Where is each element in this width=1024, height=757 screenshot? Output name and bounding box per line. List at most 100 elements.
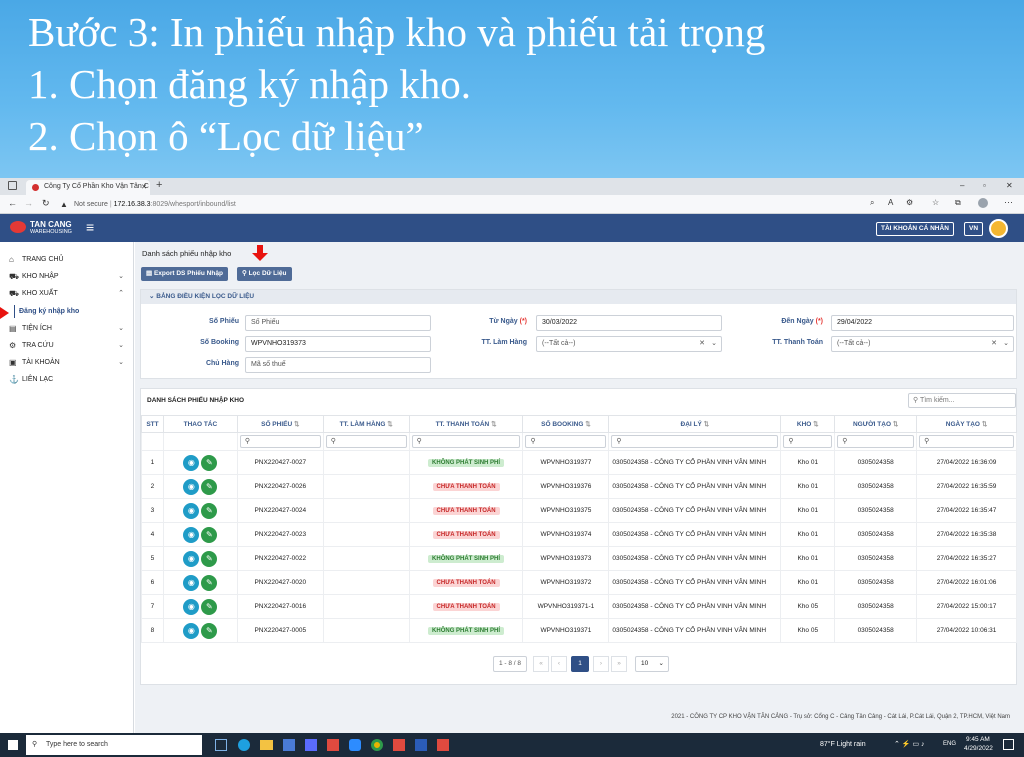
- edit-button[interactable]: ✎: [201, 550, 218, 567]
- sidebar-item-tien-ich[interactable]: ▤ TIỆN ÍCH ⌄: [0, 320, 134, 337]
- taskview-icon[interactable]: [215, 739, 227, 751]
- sort-icon[interactable]: ⇅: [294, 421, 299, 428]
- profile-icon[interactable]: [978, 198, 988, 208]
- tt-thanh-toan-select[interactable]: (--Tất cả--) ✕ ⌄: [831, 336, 1014, 352]
- weather-text[interactable]: 87°F Light rain: [820, 741, 866, 748]
- sidebar-item-dang-ky-nhap-kho[interactable]: Đăng ký nhập kho: [0, 303, 134, 320]
- edit-button[interactable]: ✎: [201, 574, 218, 591]
- prev-page-icon[interactable]: ‹: [551, 656, 567, 672]
- col-header[interactable]: NGÀY TẠO ⇅: [916, 415, 1017, 433]
- clear-icon[interactable]: ✕: [991, 337, 997, 351]
- col-header[interactable]: TT. LÀM HÀNG ⇅: [322, 415, 410, 433]
- account-button[interactable]: TÀI KHOẢN CÁ NHÂN: [876, 222, 954, 236]
- filter-data-button[interactable]: ⚲ Lọc Dữ Liệu: [237, 267, 292, 281]
- chrome-icon[interactable]: [371, 739, 383, 751]
- favorites-icon[interactable]: ☆: [932, 198, 939, 207]
- col-header[interactable]: SỐ BOOKING ⇅: [522, 415, 610, 433]
- table-search-input[interactable]: ⚲ Tìm kiếm...: [908, 393, 1016, 408]
- word-icon[interactable]: [415, 739, 427, 751]
- view-button[interactable]: ◉: [183, 622, 200, 639]
- table-row[interactable]: 3 ◉ ✎ PNX220427-0024 CHƯA THANH TOÁN WPVNHO31…: [141, 498, 1017, 523]
- column-filter-input[interactable]: ⚲: [837, 435, 915, 448]
- sort-icon[interactable]: ⇅: [704, 421, 709, 428]
- minimize-icon[interactable]: –: [960, 181, 964, 190]
- col-header[interactable]: NGƯỜI TẠO ⇅: [834, 415, 918, 433]
- edge-icon[interactable]: [238, 739, 250, 751]
- page-size-select[interactable]: 10 ⌄: [635, 656, 669, 672]
- table-row[interactable]: 5 ◉ ✎ PNX220427-0022 KHÔNG PHÁT SINH PHÍ WPVN…: [141, 546, 1017, 571]
- app-icon[interactable]: [437, 739, 449, 751]
- zoom-icon[interactable]: ⌕: [870, 198, 874, 208]
- avatar[interactable]: [989, 219, 1008, 238]
- col-header[interactable]: ĐẠI LÝ ⇅: [608, 415, 782, 433]
- tu-ngay-input[interactable]: 30/03/2022: [536, 315, 722, 331]
- extensions-icon[interactable]: ⚙: [906, 198, 913, 207]
- sidebar-item-lien-lac[interactable]: ⚓ LIÊN LẠC: [0, 371, 134, 388]
- new-tab-icon[interactable]: +: [156, 179, 162, 191]
- col-header[interactable]: STT: [141, 415, 164, 433]
- sort-icon[interactable]: ⇅: [813, 421, 818, 428]
- sort-icon[interactable]: ⇅: [982, 421, 987, 428]
- sidebar-item-tai-khoan[interactable]: ▣ TÀI KHOẢN ⌄: [0, 354, 134, 371]
- file-explorer-icon[interactable]: [260, 740, 273, 750]
- back-icon[interactable]: ←: [8, 198, 17, 208]
- col-header[interactable]: SỐ PHIẾU ⇅: [236, 415, 324, 433]
- language-indicator[interactable]: ENG: [943, 741, 956, 747]
- col-header[interactable]: KHO ⇅: [780, 415, 836, 433]
- view-button[interactable]: ◉: [183, 478, 200, 495]
- sort-icon[interactable]: ⇅: [893, 421, 898, 428]
- table-row[interactable]: 1 ◉ ✎ PNX220427-0027 KHÔNG PHÁT SINH PHÍ WPVN…: [141, 450, 1017, 475]
- table-row[interactable]: 7 ◉ ✎ PNX220427-0016 CHƯA THANH TOÁN WPVNHO31…: [141, 594, 1017, 619]
- edit-button[interactable]: ✎: [201, 526, 218, 543]
- sidebar-item-tra-cuu[interactable]: ⚙ TRA CỨU ⌄: [0, 337, 134, 354]
- edit-button[interactable]: ✎: [201, 622, 218, 639]
- taskbar-search[interactable]: ⚲ Type here to search: [26, 735, 202, 755]
- column-filter-input[interactable]: ⚲: [611, 435, 779, 448]
- sidebar-item-kho-xuat[interactable]: ⛟ KHO XUẤT ⌃: [0, 285, 134, 302]
- view-button[interactable]: ◉: [183, 574, 200, 591]
- sort-icon[interactable]: ⇅: [585, 421, 590, 428]
- clock-time[interactable]: 9:45 AM: [966, 736, 990, 743]
- column-filter-input[interactable]: ⚲: [783, 435, 833, 448]
- next-page-icon[interactable]: ›: [593, 656, 609, 672]
- column-filter-input[interactable]: ⚲: [411, 435, 521, 448]
- so-booking-input[interactable]: WPVNHO319373: [245, 336, 431, 352]
- edit-button[interactable]: ✎: [201, 598, 218, 615]
- column-filter-input[interactable]: ⚲: [525, 435, 607, 448]
- sidebar-item-kho-nhap[interactable]: ⛟ KHO NHẬP ⌄: [0, 268, 134, 285]
- close-window-icon[interactable]: ✕: [1006, 181, 1013, 190]
- app-icon[interactable]: [305, 739, 317, 751]
- table-row[interactable]: 8 ◉ ✎ PNX220427-0005 KHÔNG PHÁT SINH PHÍ WPVN…: [141, 618, 1017, 643]
- sidebar-item-home[interactable]: ⌂ TRANG CHỦ: [0, 251, 134, 268]
- more-menu-icon[interactable]: ···: [1004, 197, 1013, 207]
- language-button[interactable]: VN: [964, 222, 984, 236]
- edit-button[interactable]: ✎: [201, 478, 218, 495]
- read-aloud-icon[interactable]: A: [888, 198, 893, 207]
- view-button[interactable]: ◉: [183, 502, 200, 519]
- forward-icon[interactable]: →: [24, 198, 33, 208]
- chevron-down-icon[interactable]: ⌄: [711, 337, 717, 351]
- view-button[interactable]: ◉: [183, 550, 200, 567]
- hamburger-menu-icon[interactable]: ≡: [86, 219, 94, 235]
- browser-tab[interactable]: Công Ty Cổ Phần Kho Vận Tân C ✕: [26, 180, 150, 195]
- edit-button[interactable]: ✎: [201, 454, 218, 471]
- view-button[interactable]: ◉: [183, 454, 200, 471]
- clock-date[interactable]: 4/29/2022: [964, 745, 993, 752]
- col-header[interactable]: TT. THANH TOÁN ⇅: [408, 415, 524, 433]
- reload-icon[interactable]: ↻: [42, 198, 50, 209]
- page-current-button[interactable]: 1: [571, 656, 589, 672]
- clear-icon[interactable]: ✕: [699, 337, 705, 351]
- chu-hang-input[interactable]: Mã số thuế: [245, 357, 431, 373]
- notification-icon[interactable]: [1003, 739, 1014, 750]
- close-tab-icon[interactable]: ✕: [141, 183, 147, 191]
- sort-icon[interactable]: ⇅: [387, 421, 392, 428]
- table-row[interactable]: 4 ◉ ✎ PNX220427-0023 CHƯA THANH TOÁN WPVNHO31…: [141, 522, 1017, 547]
- column-filter-input[interactable]: ⚲: [239, 435, 321, 448]
- tt-lam-hang-select[interactable]: (--Tất cả--) ✕ ⌄: [536, 336, 722, 352]
- table-row[interactable]: 2 ◉ ✎ PNX220427-0026 CHƯA THANH TOÁN WPVNHO31…: [141, 474, 1017, 499]
- zoom-app-icon[interactable]: [349, 739, 361, 751]
- url-field[interactable]: ▲ Not secure | 172.16.38.3:8029/whesport…: [58, 198, 858, 211]
- last-page-icon[interactable]: »: [611, 656, 627, 672]
- den-ngay-input[interactable]: 29/04/2022: [831, 315, 1014, 331]
- sort-icon[interactable]: ⇅: [491, 421, 496, 428]
